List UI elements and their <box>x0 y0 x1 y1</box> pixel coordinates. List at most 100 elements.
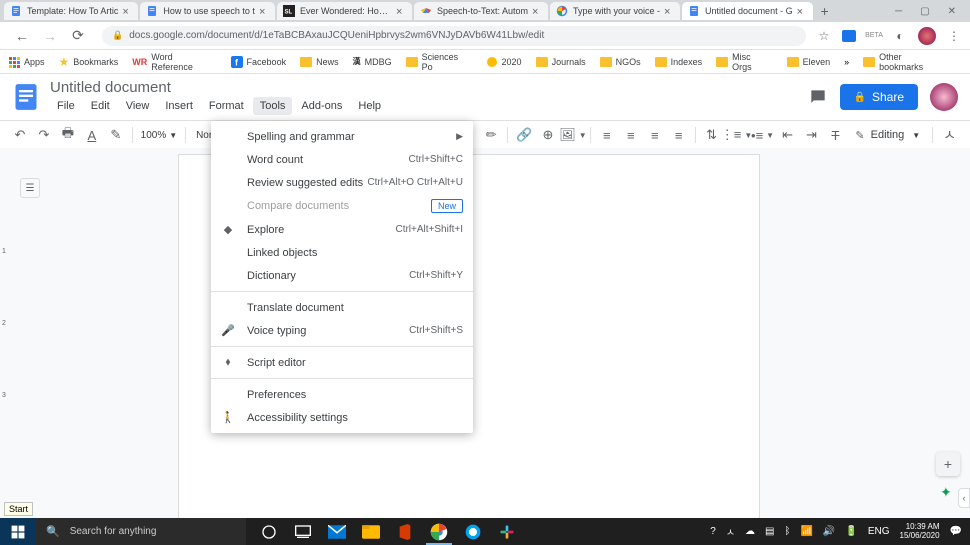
menu-preferences[interactable]: Preferences <box>211 383 473 406</box>
close-icon[interactable]: × <box>396 6 406 16</box>
bulleted-list-button[interactable]: •≡▼ <box>752 124 774 146</box>
onedrive-icon[interactable]: ☁ <box>745 526 755 537</box>
bookmark-item[interactable]: WRWord Reference <box>132 52 216 72</box>
close-window-button[interactable]: ✕ <box>948 6 956 17</box>
print-button[interactable]: 🖶 <box>58 124 78 146</box>
numbered-list-button[interactable]: ⋮≡▼ <box>726 124 748 146</box>
line-spacing-button[interactable]: ⇅ <box>702 124 722 146</box>
battery-icon[interactable]: 🔋 <box>845 526 857 537</box>
apps-button[interactable]: Apps <box>8 56 45 68</box>
overflow-icon[interactable]: » <box>844 57 849 67</box>
browser-tab[interactable]: Template: How To Artic × <box>4 2 138 20</box>
star-bookmark-icon[interactable]: ☆ <box>816 28 832 44</box>
explore-fab-icon[interactable]: ✦ <box>940 484 956 500</box>
menu-view[interactable]: View <box>119 97 157 115</box>
maximize-button[interactable]: ▢ <box>920 6 929 17</box>
extension-icon[interactable]: ◐ <box>892 28 908 44</box>
menu-review-edits[interactable]: Review suggested editsCtrl+Alt+O Ctrl+Al… <box>211 171 473 194</box>
browser-tab[interactable]: Type with your voice - × <box>550 2 680 20</box>
bookmark-item[interactable]: Journals <box>536 57 586 67</box>
spellcheck-button[interactable]: A <box>82 124 102 146</box>
vertical-ruler[interactable]: 1 2 3 <box>0 148 10 518</box>
taskbar-search[interactable]: 🔍 Search for anything <box>36 518 246 545</box>
docs-logo[interactable] <box>12 83 40 111</box>
url-input[interactable]: 🔒 docs.google.com/document/d/1eTaBCBAxau… <box>102 26 806 46</box>
task-view-icon[interactable] <box>286 518 320 545</box>
align-center-button[interactable]: ≡ <box>621 124 641 146</box>
tray-app-icon[interactable]: ▤ <box>765 526 774 537</box>
paint-format-button[interactable]: ✎ <box>106 124 126 146</box>
menu-dictionary[interactable]: DictionaryCtrl+Shift+Y <box>211 264 473 287</box>
menu-translate[interactable]: Translate document <box>211 296 473 319</box>
align-justify-button[interactable]: ≡ <box>669 124 689 146</box>
bookmark-item[interactable]: Indexes <box>655 57 703 67</box>
highlight-color-button[interactable]: ✏ <box>481 124 501 146</box>
menu-edit[interactable]: Edit <box>84 97 117 115</box>
share-button[interactable]: 🔒Share <box>840 84 918 110</box>
decrease-indent-button[interactable]: ⇤ <box>778 124 798 146</box>
align-left-button[interactable]: ≡ <box>597 124 617 146</box>
back-button[interactable]: ← <box>12 26 32 46</box>
menu-linked-objects[interactable]: Linked objects <box>211 241 473 264</box>
start-button[interactable] <box>0 518 36 545</box>
mail-icon[interactable] <box>320 518 354 545</box>
add-button[interactable]: + <box>936 452 960 476</box>
bookmark-item[interactable]: fFacebook <box>231 56 287 68</box>
help-icon[interactable]: ? <box>710 526 716 537</box>
browser-tab-active[interactable]: Untitled document - G × <box>682 2 813 20</box>
other-bookmarks[interactable]: Other bookmarks <box>863 52 948 72</box>
increase-indent-button[interactable]: ⇥ <box>802 124 822 146</box>
clock[interactable]: 10:39 AM 15/06/2020 <box>900 523 940 541</box>
file-explorer-icon[interactable] <box>354 518 388 545</box>
menu-voice-typing[interactable]: 🎤Voice typingCtrl+Shift+S <box>211 319 473 342</box>
minimize-button[interactable]: ─ <box>895 6 902 17</box>
menu-spelling-grammar[interactable]: Spelling and grammar▶ <box>211 125 473 148</box>
bookmark-item[interactable]: NGOs <box>600 57 641 67</box>
close-icon[interactable]: × <box>259 6 269 16</box>
account-avatar[interactable] <box>930 83 958 111</box>
cortana-icon[interactable] <box>252 518 286 545</box>
notification-icon[interactable]: 💬 <box>950 526 962 537</box>
bookmark-item[interactable]: Eleven <box>787 57 831 67</box>
bookmark-item[interactable]: 2020 <box>486 56 522 68</box>
app-icon[interactable] <box>456 518 490 545</box>
forward-button[interactable]: → <box>40 26 60 46</box>
new-tab-button[interactable]: + <box>815 2 835 20</box>
menu-word-count[interactable]: Word countCtrl+Shift+C <box>211 148 473 171</box>
align-right-button[interactable]: ≡ <box>645 124 665 146</box>
menu-addons[interactable]: Add-ons <box>294 97 349 115</box>
menu-script-editor[interactable]: ⬧Script editor <box>211 351 473 374</box>
bookmark-item[interactable]: Misc Orgs <box>716 52 772 72</box>
bookmark-item[interactable]: ★Bookmarks <box>59 55 119 69</box>
insert-comment-button[interactable]: ⊕ <box>538 124 558 146</box>
menu-explore[interactable]: ◆ExploreCtrl+Alt+Shift+I <box>211 218 473 241</box>
menu-file[interactable]: File <box>50 97 82 115</box>
volume-icon[interactable]: 🔊 <box>823 526 835 537</box>
extension-beta-icon[interactable]: BETA <box>866 28 882 44</box>
insert-image-button[interactable]: 🖼▼ <box>562 124 584 146</box>
document-outline-button[interactable]: ☰ <box>20 178 40 198</box>
close-icon[interactable]: × <box>532 6 542 16</box>
insert-link-button[interactable]: 🔗 <box>514 124 534 146</box>
redo-button[interactable]: ↷ <box>34 124 54 146</box>
bookmark-item[interactable]: 漢MDBG <box>353 56 392 67</box>
bookmark-item[interactable]: News <box>300 57 339 67</box>
wifi-icon[interactable]: 📶 <box>800 526 812 537</box>
bookmark-item[interactable]: Sciences Po <box>406 52 472 72</box>
menu-accessibility[interactable]: 🚶Accessibility settings <box>211 406 473 429</box>
browser-tab[interactable]: Speech-to-Text: Autom × <box>414 2 548 20</box>
menu-icon[interactable]: ⋮ <box>946 28 962 44</box>
close-icon[interactable]: × <box>664 6 674 16</box>
clear-formatting-button[interactable]: T <box>825 124 845 146</box>
show-side-panel-button[interactable]: ‹ <box>958 488 970 508</box>
menu-help[interactable]: Help <box>351 97 388 115</box>
hide-menus-button[interactable]: ㅅ <box>937 125 962 145</box>
comments-icon[interactable] <box>808 87 828 107</box>
editing-mode-dropdown[interactable]: ✎Editing▼ <box>847 125 928 146</box>
browser-tab[interactable]: SL Ever Wondered: How d × <box>277 2 412 20</box>
language-indicator[interactable]: ENG <box>868 526 890 537</box>
menu-compare-documents[interactable]: Compare documentsNew <box>211 194 473 218</box>
chrome-icon[interactable] <box>422 518 456 545</box>
slack-icon[interactable] <box>490 518 524 545</box>
tray-chevron-icon[interactable]: ㅅ <box>726 524 735 539</box>
